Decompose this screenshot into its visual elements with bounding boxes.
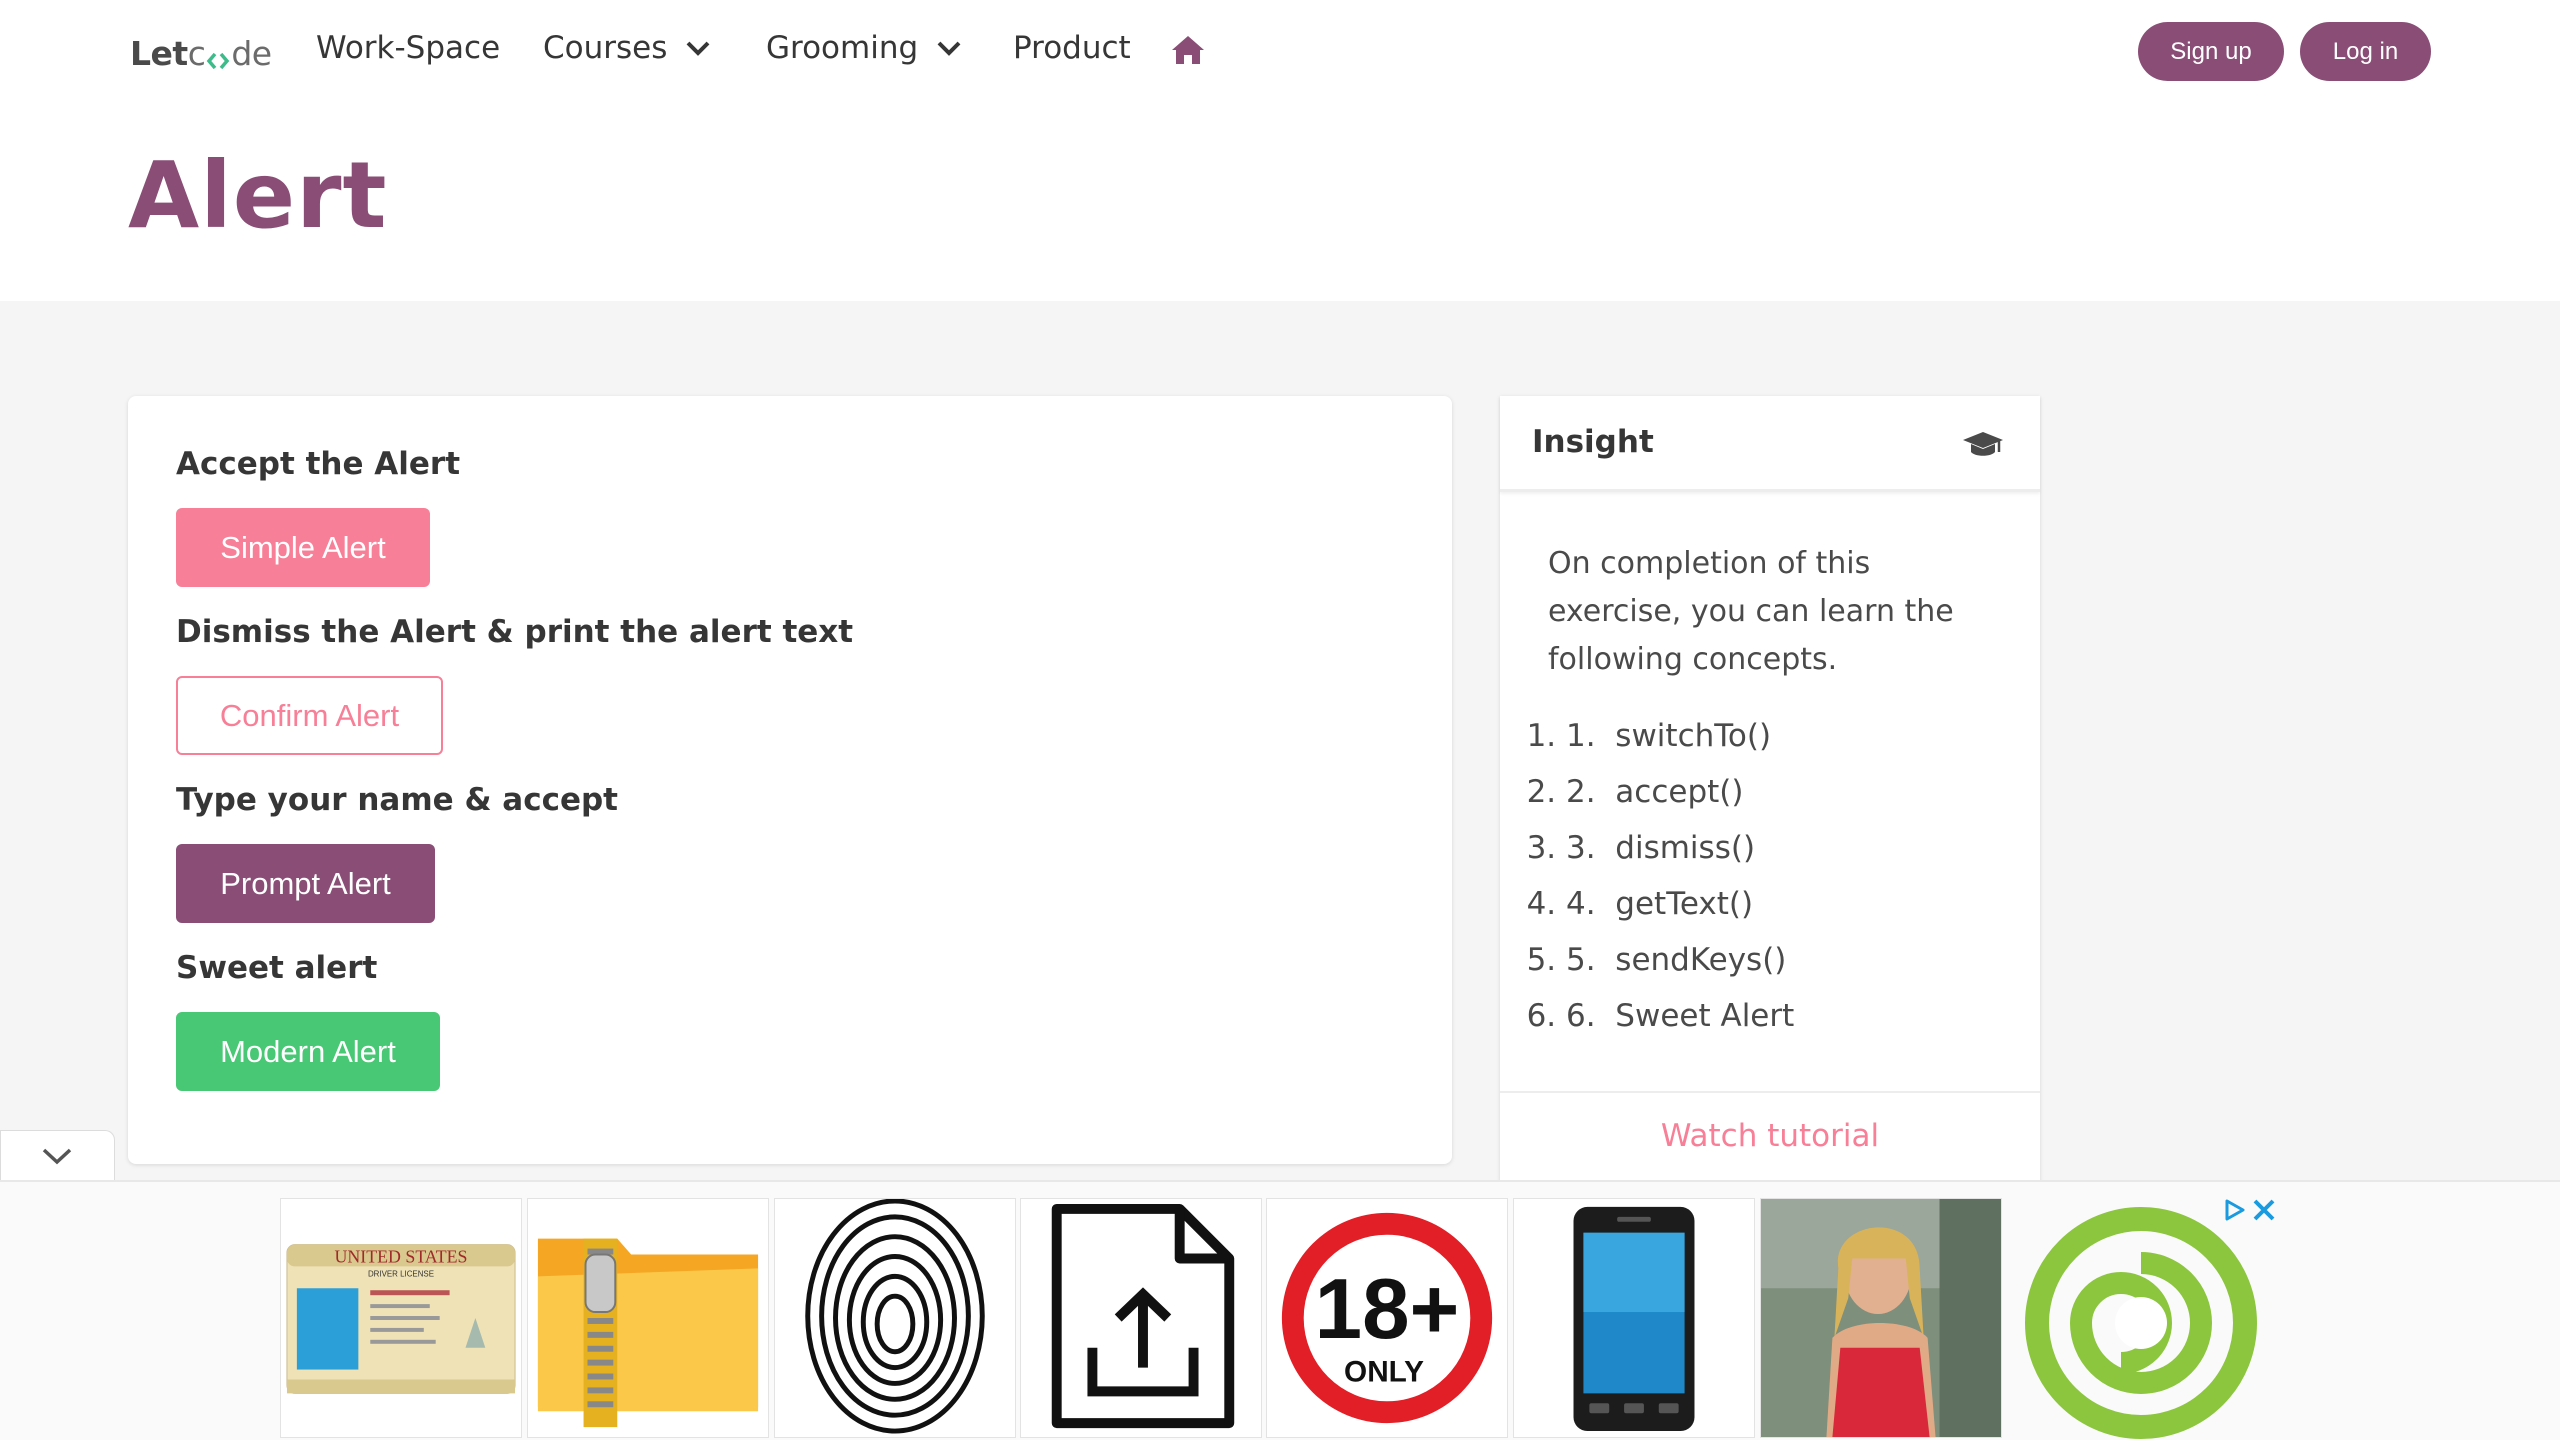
list-item: 1. switchTo() — [1566, 718, 1771, 754]
woman-photo-image — [1761, 1199, 2001, 1437]
list-item: 6. Sweet Alert — [1566, 998, 1794, 1034]
page-title: Alert — [128, 142, 388, 249]
svg-text:DRIVER LICENSE: DRIVER LICENSE — [368, 1269, 434, 1278]
brand-de: de — [231, 34, 272, 73]
ad-tile-18-plus[interactable]: 18+ ONLY — [1266, 1198, 1508, 1438]
watch-tutorial-link[interactable]: Watch tutorial — [1500, 1118, 2040, 1154]
ad-banner[interactable]: UNITED STATES DRIVER LICENSE 18+ ONLY — [0, 1180, 2560, 1440]
svg-text:UNITED STATES: UNITED STATES — [335, 1246, 468, 1266]
alert-card: Accept the Alert Simple Alert Dismiss th… — [128, 396, 1452, 1164]
insight-title: Insight — [1532, 424, 1654, 460]
ad-tile-fingerprint[interactable] — [774, 1198, 1016, 1438]
list-item: 5. sendKeys() — [1566, 942, 1786, 978]
nav-product[interactable]: Product — [1013, 30, 1131, 66]
nav-workspace[interactable]: Work-Space — [316, 30, 500, 66]
chevron-down-icon — [937, 41, 961, 56]
home-icon[interactable] — [1170, 34, 1206, 66]
ad-spiral-logo[interactable] — [2024, 1206, 2258, 1440]
dismiss-alert-label: Dismiss the Alert & print the alert text — [176, 614, 854, 650]
smartphone-image — [1514, 1199, 1754, 1437]
ad-tile-smartphone[interactable] — [1513, 1198, 1755, 1438]
ad-tile-photo[interactable] — [1760, 1198, 2002, 1438]
brand-let: Let — [130, 34, 188, 73]
fingerprint-image — [775, 1199, 1015, 1437]
signup-button[interactable]: Sign up — [2138, 22, 2284, 81]
confirm-alert-button[interactable]: Confirm Alert — [176, 676, 443, 755]
nav-grooming[interactable]: Grooming — [766, 30, 962, 66]
svg-text:ONLY: ONLY — [1344, 1355, 1424, 1388]
file-upload-icon — [1021, 1199, 1261, 1437]
zip-folder-image — [528, 1199, 768, 1437]
modern-alert-button[interactable]: Modern Alert — [176, 1012, 440, 1091]
insight-description: On completion of this exercise, you can … — [1548, 546, 1954, 677]
close-icon[interactable] — [2250, 1196, 2278, 1224]
list-item: 2. accept() — [1566, 774, 1743, 810]
navbar: Let c de Work-Space Courses Grooming Pro… — [0, 0, 2560, 104]
divider — [1500, 1091, 2040, 1093]
chevron-down-icon — [42, 1148, 72, 1165]
prompt-alert-button[interactable]: Prompt Alert — [176, 844, 435, 923]
svg-text:18+: 18+ — [1315, 1262, 1460, 1357]
adchoices-icon[interactable] — [2222, 1198, 2246, 1222]
ad-tile-driver-license[interactable]: UNITED STATES DRIVER LICENSE — [280, 1198, 522, 1438]
list-item: 4. getText() — [1566, 886, 1753, 922]
ad-collapse-toggle[interactable] — [0, 1130, 115, 1180]
hero: Alert — [0, 104, 2560, 301]
insight-card: Insight On completion of this exercise, … — [1500, 396, 2040, 1196]
sweet-alert-label: Sweet alert — [176, 950, 378, 986]
brand-logo[interactable]: Let c de — [130, 34, 272, 73]
chevron-down-icon — [686, 41, 710, 56]
prompt-alert-label: Type your name & accept — [176, 782, 618, 818]
login-button[interactable]: Log in — [2300, 22, 2431, 81]
brand-code-icon — [206, 42, 230, 69]
nav-courses[interactable]: Courses — [543, 30, 711, 66]
ad-tile-zip-folder[interactable] — [527, 1198, 769, 1438]
driver-license-image: UNITED STATES DRIVER LICENSE — [281, 1199, 521, 1437]
simple-alert-button[interactable]: Simple Alert — [176, 508, 430, 587]
list-item: 3. dismiss() — [1566, 830, 1755, 866]
insight-header: Insight — [1500, 396, 2040, 492]
accept-alert-label: Accept the Alert — [176, 446, 461, 482]
ad-tile-file-upload[interactable] — [1020, 1198, 1262, 1438]
graduation-cap-icon — [1963, 432, 2003, 456]
18-plus-badge: 18+ ONLY — [1267, 1199, 1507, 1437]
